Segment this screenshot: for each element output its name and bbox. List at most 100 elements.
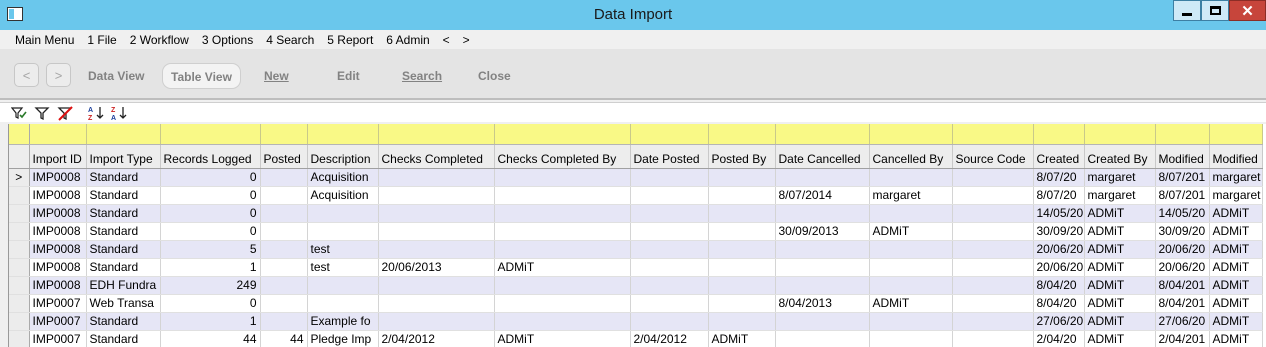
table-cell[interactable]: IMP0008 [29,168,87,187]
table-cell[interactable] [708,222,776,241]
table-cell[interactable]: IMP0008 [29,240,87,259]
filter-cell[interactable] [1033,124,1085,145]
filter-icon[interactable] [34,105,50,121]
table-cell[interactable] [952,204,1034,223]
table-cell[interactable]: 2/04/2012 [630,330,709,347]
table-cell[interactable]: ADMiT [1084,258,1156,277]
table-cell[interactable] [494,222,631,241]
minimize-button[interactable] [1173,0,1201,21]
table-cell[interactable] [775,312,870,331]
table-cell[interactable] [307,294,379,313]
table-cell[interactable] [708,204,776,223]
table-cell[interactable]: Web Transa [86,294,161,313]
table-cell[interactable] [869,276,953,295]
table-cell[interactable]: EDH Fundra [86,276,161,295]
table-row[interactable]: IMP0007 Standard 1 Example fo 27/06/20 ADMiT 2… [9,312,1263,331]
filter-cell[interactable] [86,124,161,145]
column-header[interactable]: Import Type [86,144,161,169]
close-window-button[interactable]: ✕ [1229,0,1266,21]
column-header[interactable]: Posted [260,144,308,169]
table-cell[interactable] [630,222,709,241]
filter-cell[interactable] [775,124,870,145]
table-cell[interactable]: ADMiT [708,330,776,347]
table-cell[interactable]: 20/06/20 [1033,258,1085,277]
table-cell[interactable]: Example fo [307,312,379,331]
table-cell[interactable] [630,258,709,277]
table-cell[interactable]: IMP0008 [29,222,87,241]
table-cell[interactable] [630,240,709,259]
table-cell[interactable]: 1 [160,258,261,277]
table-cell[interactable]: 44 [160,330,261,347]
table-cell[interactable]: ADMiT [1084,204,1156,223]
row-selector[interactable] [9,258,30,277]
table-cell[interactable] [708,294,776,313]
column-header[interactable]: Import ID [29,144,87,169]
table-cell[interactable]: Standard [86,258,161,277]
table-cell[interactable]: Standard [86,330,161,347]
table-cell[interactable] [869,258,953,277]
table-row[interactable]: IMP0008 Standard 0 30/09/2013 ADMiT 30/09/20 A… [9,222,1263,241]
table-cell[interactable]: 14/05/20 [1155,204,1210,223]
table-cell[interactable]: IMP0007 [29,330,87,347]
menu-report[interactable]: 5 Report [327,33,373,47]
filter-cell[interactable] [307,124,379,145]
filter-cell[interactable] [708,124,776,145]
sort-ascending-icon[interactable]: AZ [88,105,104,121]
table-cell[interactable] [378,222,495,241]
table-cell[interactable]: 1 [160,312,261,331]
filter-cell[interactable] [1084,124,1156,145]
table-cell[interactable]: Standard [86,168,161,187]
table-cell[interactable] [260,186,308,205]
table-cell[interactable]: 30/09/20 [1033,222,1085,241]
filter-cell[interactable] [630,124,709,145]
table-cell[interactable]: ADMiT [869,294,953,313]
table-cell[interactable] [307,222,379,241]
table-cell[interactable] [708,186,776,205]
row-selector[interactable] [9,186,30,205]
table-cell[interactable]: ADMiT [1084,312,1156,331]
table-cell[interactable]: Standard [86,240,161,259]
table-cell[interactable]: 8/07/20 [1033,186,1085,205]
table-cell[interactable] [869,240,953,259]
table-cell[interactable]: 249 [160,276,261,295]
table-cell[interactable] [307,276,379,295]
table-cell[interactable] [775,168,870,187]
new-button[interactable]: New [255,63,298,89]
table-cell[interactable]: IMP0008 [29,258,87,277]
table-cell[interactable]: margaret [869,186,953,205]
table-cell[interactable]: Standard [86,186,161,205]
table-cell[interactable] [775,258,870,277]
menu-back-arrow[interactable]: < [443,33,450,47]
table-cell[interactable]: test [307,258,379,277]
table-cell[interactable]: 2/04/201 [1155,330,1210,347]
table-cell[interactable]: ADMiT [1209,276,1263,295]
table-cell[interactable]: 8/04/2013 [775,294,870,313]
table-cell[interactable] [952,330,1034,347]
table-cell[interactable] [775,330,870,347]
table-cell[interactable] [307,204,379,223]
table-cell[interactable] [494,204,631,223]
table-cell[interactable]: 8/07/20 [1033,168,1085,187]
table-cell[interactable] [630,276,709,295]
table-cell[interactable] [952,186,1034,205]
table-cell[interactable]: margaret [1209,186,1263,205]
table-cell[interactable]: 20/06/20 [1155,258,1210,277]
table-cell[interactable] [952,240,1034,259]
table-cell[interactable]: 14/05/20 [1033,204,1085,223]
table-cell[interactable] [952,312,1034,331]
filter-cell[interactable] [29,124,87,145]
table-cell[interactable]: 8/07/201 [1155,168,1210,187]
table-cell[interactable]: IMP0008 [29,186,87,205]
table-cell[interactable] [260,276,308,295]
column-header[interactable]: Created By [1084,144,1156,169]
table-cell[interactable]: ADMiT [1209,312,1263,331]
column-header[interactable]: Records Logged [160,144,261,169]
table-cell[interactable] [869,330,953,347]
table-cell[interactable] [775,240,870,259]
table-cell[interactable] [708,240,776,259]
row-selector[interactable] [9,204,30,223]
data-view-button[interactable]: Data View [79,63,153,89]
filter-clear-icon[interactable] [57,105,73,121]
column-header[interactable]: Posted By [708,144,776,169]
table-cell[interactable]: 20/06/20 [1155,240,1210,259]
